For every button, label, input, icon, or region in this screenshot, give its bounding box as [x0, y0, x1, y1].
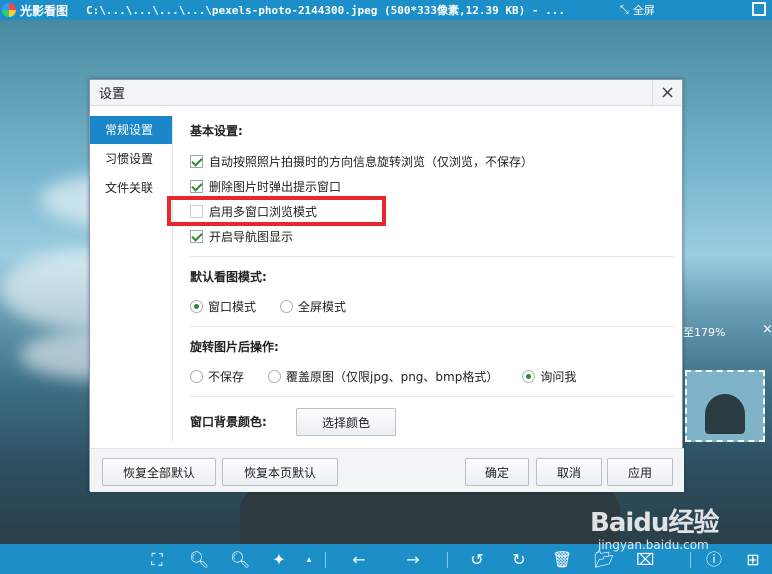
toolbar-separator: [690, 552, 691, 568]
watermark: Baidu经验 jingyan.baidu.com: [590, 502, 719, 552]
zoom-close-icon[interactable]: ×: [762, 322, 772, 337]
radio-label: 不保存: [208, 369, 245, 384]
restore-all-defaults-button[interactable]: 恢复全部默认: [102, 458, 216, 486]
radio-indicator[interactable]: [268, 369, 282, 383]
previous-icon[interactable]: ←: [350, 551, 368, 569]
apply-button[interactable]: 应用: [607, 458, 673, 486]
ok-button[interactable]: 确定: [465, 458, 529, 486]
radio-label: 窗口模式: [208, 299, 257, 314]
radio-indicator[interactable]: [522, 369, 536, 383]
section-title-rotate: 旋转图片后操作:: [190, 340, 279, 354]
option-label: 删除图片时弹出提示窗口: [209, 180, 342, 194]
dropdown-arrow-icon[interactable]: ▴: [300, 551, 318, 569]
app-logo-icon: [2, 3, 16, 17]
watermark-url: jingyan.baidu.com: [598, 538, 709, 552]
nav-item-file-assoc[interactable]: 文件关联: [90, 174, 172, 202]
crop-icon[interactable]: ⌧: [636, 551, 654, 569]
section-title-view-mode: 默认看图模式:: [190, 270, 267, 284]
rotate-left-icon[interactable]: ↺: [468, 551, 486, 569]
option-navigator[interactable]: 开启导航图显示: [190, 224, 674, 249]
toolbar-separator: [325, 552, 326, 568]
radio-fullscreen-mode[interactable]: 全屏模式: [280, 298, 346, 315]
radio-label: 全屏模式: [298, 299, 347, 314]
toolbar-separator: [447, 552, 448, 568]
watermark-main: Baidu经验: [590, 508, 719, 538]
checkbox-auto-rotate[interactable]: [190, 155, 203, 168]
section-title-basic: 基本设置:: [190, 124, 243, 138]
navigator-thumbnail[interactable]: [685, 370, 765, 442]
highlight-annotation: [167, 196, 386, 226]
radio-label: 询问我: [540, 369, 577, 384]
fullscreen-button[interactable]: ⤡ 全屏: [620, 0, 655, 20]
dialog-header: 设置: [90, 80, 682, 106]
option-label: 开启导航图显示: [209, 230, 294, 244]
nav-item-general[interactable]: 常规设置: [90, 116, 172, 144]
next-icon[interactable]: →: [404, 551, 422, 569]
divider: [190, 396, 674, 397]
dialog-footer: 恢复全部默认 恢复本页默认 确定 取消 应用: [90, 448, 684, 492]
fit-window-icon[interactable]: ⛶: [148, 551, 166, 569]
settings-nav: 常规设置 习惯设置 文件关联: [90, 116, 172, 203]
view-mode-options: 窗口模式 全屏模式: [190, 293, 674, 319]
fullscreen-icon: ⤡: [620, 3, 629, 16]
choose-color-button[interactable]: 选择颜色: [296, 408, 396, 436]
cancel-button[interactable]: 取消: [536, 458, 602, 486]
fullscreen-label: 全屏: [632, 4, 655, 17]
thumbnail-figure: [705, 394, 745, 434]
radio-indicator[interactable]: [280, 299, 294, 313]
settings-dialog: 设置 × 常规设置 习惯设置 文件关联 基本设置: 自动按照照片拍摄时的方向信息…: [89, 79, 684, 492]
zoom-in-icon[interactable]: 🔍︎: [189, 551, 209, 569]
rotate-options: 不保存 覆盖原图（仅限jpg、png、bmp格式） 询问我: [190, 363, 674, 389]
divider: [190, 326, 674, 327]
checkbox-navigator[interactable]: [190, 230, 203, 243]
background-color-label: 窗口背景颜色:: [190, 415, 267, 429]
restore-page-defaults-button[interactable]: 恢复本页默认: [222, 458, 338, 486]
zoom-out-icon[interactable]: 🔍︎: [230, 551, 250, 569]
radio-indicator[interactable]: [190, 369, 203, 383]
background-color-row: 窗口背景颜色: 选择颜色: [190, 407, 674, 437]
app-name: 光影看图: [20, 3, 69, 18]
rotate-right-icon[interactable]: ↻: [510, 551, 528, 569]
checkbox-delete-prompt[interactable]: [190, 180, 203, 193]
nav-item-habits[interactable]: 习惯设置: [90, 145, 172, 173]
open-folder-icon[interactable]: 📂︎: [594, 551, 614, 569]
title-bar: 光影看图 C:\...\...\...\...\pexels-photo-214…: [0, 0, 772, 20]
delete-icon[interactable]: 🗑︎: [552, 551, 572, 569]
radio-no-save[interactable]: 不保存: [190, 368, 244, 385]
dialog-title: 设置: [99, 87, 126, 102]
close-icon[interactable]: ×: [652, 80, 682, 105]
magic-wand-icon[interactable]: ✦: [270, 551, 288, 569]
info-icon[interactable]: ⓘ: [705, 551, 723, 569]
file-path: C:\...\...\...\...\pexels-photo-2144300.…: [86, 4, 565, 17]
window-icon[interactable]: [752, 2, 766, 16]
radio-indicator[interactable]: [190, 299, 203, 313]
grid-view-icon[interactable]: ⊞: [744, 551, 762, 569]
radio-window-mode[interactable]: 窗口模式: [190, 298, 256, 315]
radio-label: 覆盖原图（仅限jpg、png、bmp格式）: [286, 369, 499, 384]
divider: [190, 256, 674, 257]
zoom-hint: 放至179%: [672, 326, 726, 339]
nav-divider: [172, 116, 173, 441]
option-auto-rotate[interactable]: 自动按照照片拍摄时的方向信息旋转浏览（仅浏览，不保存）: [190, 149, 674, 174]
settings-content: 基本设置: 自动按照照片拍摄时的方向信息旋转浏览（仅浏览，不保存） 删除图片时弹…: [190, 116, 674, 437]
option-label: 自动按照照片拍摄时的方向信息旋转浏览（仅浏览，不保存）: [209, 155, 534, 169]
radio-ask-me[interactable]: 询问我: [522, 368, 576, 385]
radio-overwrite[interactable]: 覆盖原图（仅限jpg、png、bmp格式）: [268, 368, 498, 385]
